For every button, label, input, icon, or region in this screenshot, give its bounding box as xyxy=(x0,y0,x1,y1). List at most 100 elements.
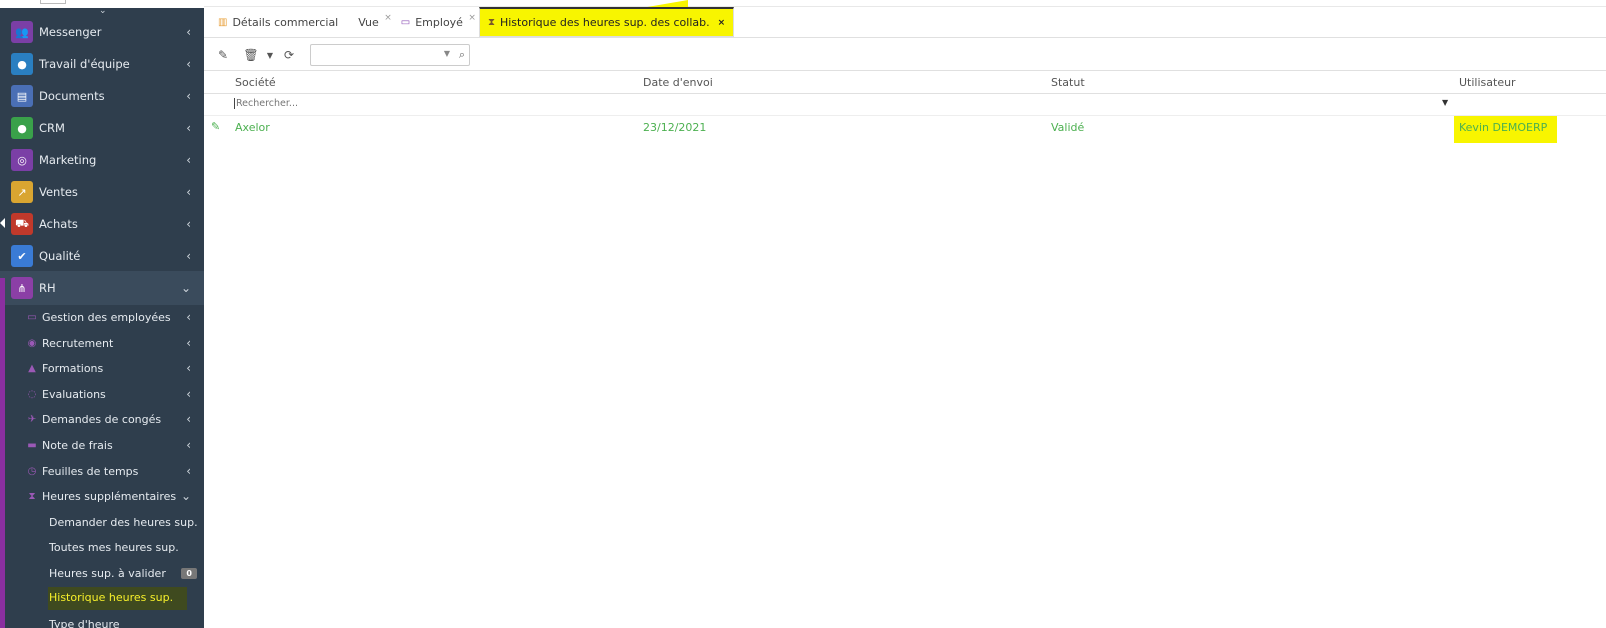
sidebar-subitem-heures-sup[interactable]: ⧗ Heures supplémentaires ⌄ xyxy=(0,484,204,508)
sidebar-leaf-type-heure[interactable]: Type d'heure xyxy=(0,612,204,628)
cell-utilisateur: Kevin DEMOERP xyxy=(1454,116,1558,143)
sidebar-item-ventes[interactable]: ↗ Ventes ‹ xyxy=(0,176,204,208)
sidebar-item-rh[interactable]: ⋔ RH ⌄ xyxy=(0,271,204,305)
chevron-left-icon: ‹ xyxy=(186,387,191,401)
tab-details-commercial[interactable]: ▥ Détails commercial xyxy=(210,7,346,37)
trash-icon: 🗑 xyxy=(243,48,259,62)
top-input-stub[interactable] xyxy=(40,0,66,4)
sidebar-item-travail[interactable]: ● Travail d'équipe ‹ xyxy=(0,48,204,80)
sidebar-item-documents[interactable]: ▤ Documents ‹ xyxy=(0,80,204,112)
sidebar: ⌄ 👥 Messenger ‹ ● Travail d'équipe ‹ ▤ D… xyxy=(0,0,204,628)
bullseye-icon: ◎ xyxy=(11,149,33,171)
refresh-button[interactable]: ⟳ xyxy=(276,42,302,68)
sidebar-item-label: Marketing xyxy=(39,153,97,167)
table-row[interactable]: ✎ Axelor 23/12/2021 Validé Kevin DEMOERP xyxy=(204,116,1606,143)
sidebar-item-label: Ventes xyxy=(39,185,78,199)
subitem-label: Formations xyxy=(42,361,104,375)
column-header-utilisateur[interactable]: Utilisateur xyxy=(1459,76,1516,89)
delete-menu-caret[interactable]: ▼ xyxy=(264,42,276,68)
tab-label: Employé xyxy=(415,15,463,29)
sidebar-item-label: CRM xyxy=(39,121,65,135)
chevron-left-icon: ‹ xyxy=(186,89,191,103)
sitemap-icon: ⋔ xyxy=(11,277,33,299)
cell-utilisateur-value: Kevin DEMOERP xyxy=(1454,116,1558,143)
caret-down-icon[interactable]: ▼ xyxy=(444,49,450,58)
delete-button[interactable]: 🗑 xyxy=(238,42,264,68)
chevron-left-icon: ‹ xyxy=(186,217,191,231)
leaf-label: Heures sup. à valider xyxy=(49,566,166,580)
tab-label: Détails commercial xyxy=(232,15,339,29)
tabs-divider xyxy=(204,37,1606,38)
sidebar-item-label: Documents xyxy=(39,89,105,103)
chevron-left-icon: ‹ xyxy=(186,153,191,167)
sidebar-item-label: Qualité xyxy=(39,249,81,263)
subitem-label: Heures supplémentaires xyxy=(42,489,177,503)
chevron-down-icon[interactable]: ⌄ xyxy=(99,6,107,16)
sidebar-subitem-note-frais[interactable]: ▬ Note de frais ‹ xyxy=(0,433,204,457)
chevron-left-icon: ‹ xyxy=(186,121,191,135)
chevron-left-icon: ‹ xyxy=(186,25,191,39)
leaf-label: Demander des heures sup. xyxy=(49,515,198,529)
sidebar-leaf-demander[interactable]: Demander des heures sup. xyxy=(0,510,204,534)
chevron-left-icon: ‹ xyxy=(186,336,191,350)
leaf-label: Historique heures sup. xyxy=(48,586,188,610)
chevron-left-icon: ‹ xyxy=(186,412,191,426)
chevron-left-icon: ‹ xyxy=(186,57,191,71)
chevron-left-icon: ‹ xyxy=(186,310,191,324)
bar-chart-icon: ▥ xyxy=(218,16,228,28)
sidebar-item-label: Achats xyxy=(39,217,78,231)
column-header-societe[interactable]: Société xyxy=(235,76,276,89)
sidebar-leaf-a-valider[interactable]: Heures sup. à valider 0 xyxy=(0,561,204,585)
cell-date-envoi: 23/12/2021 xyxy=(643,121,707,134)
user-icon: ● xyxy=(11,53,33,75)
tab-historique[interactable]: ⧗ Historique des heures sup. des collab.… xyxy=(478,7,735,37)
id-card-icon: ▭ xyxy=(400,16,411,28)
close-icon[interactable]: × xyxy=(468,13,476,23)
pencil-icon: ✎ xyxy=(217,48,229,62)
column-header-statut[interactable]: Statut xyxy=(1051,76,1085,89)
caret-down-icon[interactable]: ▼ xyxy=(1442,98,1448,107)
hourglass-icon: ⧗ xyxy=(28,490,36,502)
subitem-label: Note de frais xyxy=(42,438,113,452)
grid-search-input[interactable] xyxy=(234,98,1434,109)
subitem-label: Demandes de congés xyxy=(42,412,162,426)
sidebar-subitem-recrutement[interactable]: ◉ Recrutement ‹ xyxy=(0,331,204,355)
app-root: ⌄ 👥 Messenger ‹ ● Travail d'équipe ‹ ▤ D… xyxy=(0,0,1606,628)
sidebar-item-messenger[interactable]: 👥 Messenger ‹ xyxy=(0,16,204,48)
users-icon: 👥 xyxy=(11,21,33,43)
count-badge: 0 xyxy=(181,567,197,579)
cell-statut: Validé xyxy=(1051,121,1085,134)
sidebar-subitem-conges[interactable]: ✈ Demandes de congés ‹ xyxy=(0,407,204,431)
sidebar-subitem-evaluations[interactable]: ◌ Evaluations ‹ xyxy=(0,382,204,406)
sidebar-subitem-formations[interactable]: ▲ Formations ‹ xyxy=(0,356,204,380)
subitem-label: Evaluations xyxy=(42,387,106,401)
sidebar-leaf-toutes[interactable]: Toutes mes heures sup. xyxy=(0,535,204,559)
chevron-left-icon: ‹ xyxy=(186,464,191,478)
tab-vue[interactable]: Vue × xyxy=(350,7,392,37)
hourglass-icon: ⧗ xyxy=(487,17,495,28)
tab-label: Vue xyxy=(358,15,379,29)
sidebar-item-label: RH xyxy=(39,281,56,295)
sidebar-item-achats[interactable]: ⛟ Achats ‹ xyxy=(0,208,204,240)
search-icon[interactable]: ⌕ xyxy=(459,48,465,62)
sidebar-item-marketing[interactable]: ◎ Marketing ‹ xyxy=(0,144,204,176)
sidebar-item-crm[interactable]: ● CRM ‹ xyxy=(0,112,204,144)
cart-icon: ⛟ xyxy=(11,213,33,235)
column-header-date-envoi[interactable]: Date d'envoi xyxy=(643,76,713,89)
close-icon[interactable]: × xyxy=(718,18,726,28)
toolbar-divider xyxy=(204,70,1606,71)
sidebar-subitem-feuilles-temps[interactable]: ◷ Feuilles de temps ‹ xyxy=(0,459,204,483)
check-icon: ✔ xyxy=(11,245,33,267)
chevron-left-icon: ‹ xyxy=(186,185,191,199)
chart-line-icon: ↗ xyxy=(11,181,33,203)
chevron-left-icon: ‹ xyxy=(186,438,191,452)
pencil-icon[interactable]: ✎ xyxy=(211,120,220,133)
search-input[interactable]: ▼ ⌕ xyxy=(310,44,470,66)
tab-employe[interactable]: ▭ Employé × xyxy=(393,7,476,37)
tab-bar: ▥ Détails commercial Vue × ▭ Employé × ⧗… xyxy=(210,7,735,37)
sidebar-subitem-gestion-employes[interactable]: ▭ Gestion des employées ‹ xyxy=(0,305,204,329)
edit-button[interactable]: ✎ xyxy=(210,42,236,68)
sidebar-item-qualite[interactable]: ✔ Qualité ‹ xyxy=(0,240,204,272)
close-icon[interactable]: × xyxy=(384,13,392,23)
sidebar-leaf-historique[interactable]: Historique heures sup. xyxy=(0,586,204,610)
